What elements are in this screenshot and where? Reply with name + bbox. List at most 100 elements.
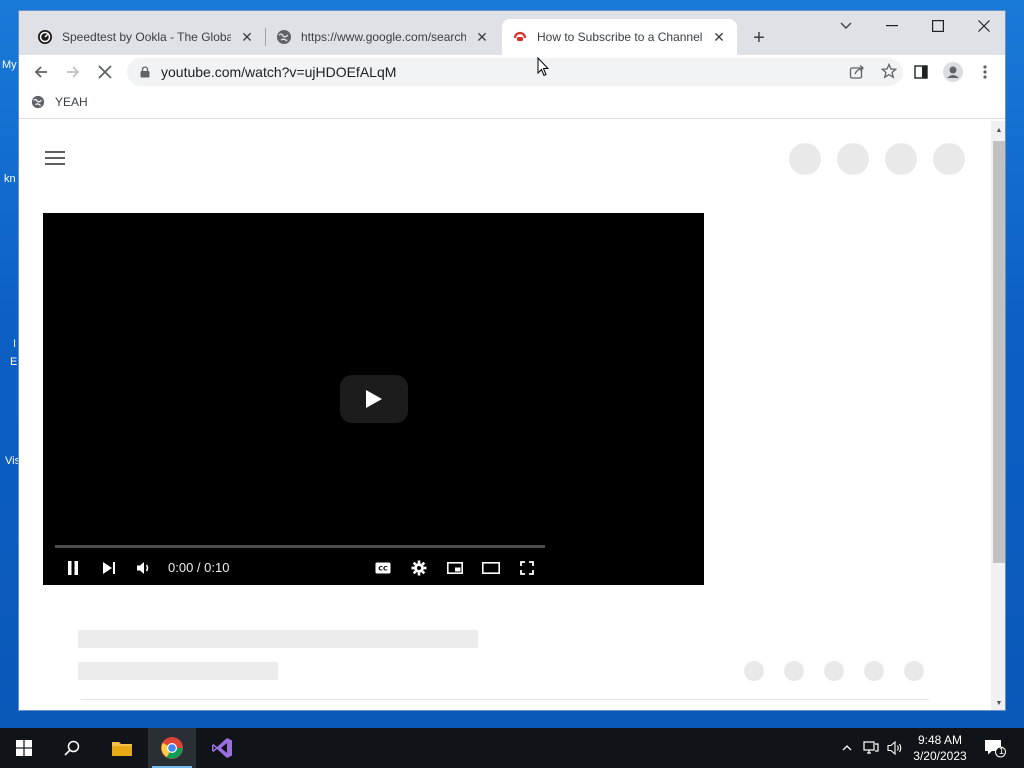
bookmark-item[interactable]: YEAH bbox=[31, 95, 88, 109]
captions-button[interactable]: CC bbox=[371, 556, 395, 580]
tab-title: How to Subscribe to a Channel on YouTube bbox=[537, 30, 703, 44]
close-tab-icon[interactable]: ✕ bbox=[239, 29, 255, 45]
arrow-right-icon bbox=[67, 66, 80, 78]
share-icon[interactable] bbox=[849, 64, 865, 83]
tab-title: Speedtest by Ookla - The Global Broadban… bbox=[62, 30, 231, 44]
clock-time: 9:48 AM bbox=[917, 733, 963, 747]
fullscreen-icon bbox=[520, 561, 534, 575]
video-timecode: 0:00 / 0:10 bbox=[168, 560, 230, 575]
menu-icon[interactable] bbox=[45, 151, 65, 167]
network-tray-button[interactable] bbox=[860, 728, 882, 768]
network-icon bbox=[863, 741, 879, 754]
scroll-down-arrow[interactable]: ▼ bbox=[991, 696, 1005, 710]
desktop-icon-label-fragment[interactable]: My bbox=[2, 59, 17, 71]
lock-icon[interactable] bbox=[139, 66, 151, 78]
desktop-icon-label-fragment[interactable]: E bbox=[10, 356, 17, 368]
chrome-menu-button[interactable] bbox=[971, 59, 999, 85]
new-tab-button[interactable]: + bbox=[747, 26, 771, 50]
chrome-window: Speedtest by Ookla - The Global Broadban… bbox=[18, 10, 1006, 711]
more-vertical-icon bbox=[983, 65, 987, 79]
side-panel-icon bbox=[914, 65, 928, 79]
bookmark-star-icon[interactable] bbox=[880, 62, 898, 82]
mouse-cursor-icon bbox=[537, 57, 549, 77]
settings-button[interactable] bbox=[407, 556, 431, 580]
fullscreen-button[interactable] bbox=[515, 556, 539, 580]
bookmarks-bar: YEAH bbox=[19, 89, 1005, 119]
globe-icon bbox=[276, 29, 292, 45]
pause-button[interactable] bbox=[61, 556, 85, 580]
close-icon bbox=[978, 20, 990, 32]
svg-text:CC: CC bbox=[378, 565, 388, 573]
close-tab-icon[interactable]: ✕ bbox=[474, 29, 490, 45]
title-placeholder bbox=[78, 630, 478, 648]
speedtest-icon bbox=[37, 29, 53, 45]
minimize-button[interactable] bbox=[869, 11, 915, 41]
play-icon bbox=[366, 390, 382, 408]
stop-loading-button[interactable] bbox=[91, 59, 119, 85]
address-bar[interactable]: youtube.com/watch?v=ujHDOEfALqM bbox=[127, 58, 903, 86]
scrollbar-thumb[interactable] bbox=[993, 141, 1005, 563]
show-hidden-icons-button[interactable] bbox=[838, 728, 856, 768]
address-url[interactable]: youtube.com/watch?v=ujHDOEfALqM bbox=[161, 64, 396, 80]
video-player[interactable]: 0:00 / 0:10 CC bbox=[43, 213, 704, 585]
tab-speedtest[interactable]: Speedtest by Ookla - The Global Broadban… bbox=[27, 19, 265, 55]
channel-placeholder bbox=[78, 662, 278, 680]
video-progress-bar[interactable] bbox=[55, 545, 545, 548]
gear-icon bbox=[411, 560, 427, 576]
pause-icon bbox=[68, 561, 78, 575]
volume-tray-button[interactable] bbox=[884, 728, 906, 768]
search-icon bbox=[64, 740, 80, 756]
visual-studio-button[interactable] bbox=[198, 728, 246, 768]
large-play-button[interactable] bbox=[340, 375, 408, 423]
miniplayer-icon bbox=[447, 562, 463, 574]
theater-mode-icon bbox=[482, 562, 500, 574]
vertical-scrollbar[interactable]: ▲ ▼ bbox=[991, 121, 1005, 710]
maximize-button[interactable] bbox=[915, 11, 961, 41]
volume-icon bbox=[137, 562, 149, 574]
theater-mode-button[interactable] bbox=[479, 556, 503, 580]
windows-taskbar: 9:48 AM 3/20/2023 1 bbox=[0, 728, 1024, 768]
browser-toolbar: youtube.com/watch?v=ujHDOEfALqM bbox=[19, 55, 1005, 89]
action-placeholder-dot bbox=[864, 661, 884, 681]
action-center-button[interactable]: 1 bbox=[980, 728, 1010, 768]
miniplayer-button[interactable] bbox=[443, 556, 467, 580]
desktop-icon-label-fragment[interactable]: I bbox=[13, 338, 16, 350]
profile-button[interactable] bbox=[939, 59, 967, 85]
taskbar-clock[interactable]: 9:48 AM 3/20/2023 bbox=[906, 732, 974, 764]
clock-date: 3/20/2023 bbox=[913, 749, 967, 763]
next-button[interactable] bbox=[97, 556, 121, 580]
youtube-page: 0:00 / 0:10 CC bbox=[19, 121, 991, 710]
notification-count: 1 bbox=[999, 746, 1005, 756]
header-placeholder-circle bbox=[885, 143, 917, 175]
tab-youtube[interactable]: How to Subscribe to a Channel on YouTube… bbox=[502, 19, 737, 55]
action-placeholder-dot bbox=[744, 661, 764, 681]
content-divider bbox=[81, 699, 929, 700]
back-button[interactable] bbox=[27, 59, 55, 85]
avatar-icon bbox=[943, 62, 963, 82]
side-panel-button[interactable] bbox=[907, 59, 935, 85]
close-tab-icon[interactable]: ✕ bbox=[711, 29, 727, 45]
forward-button[interactable] bbox=[59, 59, 87, 85]
chevron-down-icon bbox=[840, 22, 852, 29]
tab-google-search[interactable]: https://www.google.com/search?q= ✕ bbox=[266, 19, 500, 55]
scroll-up-arrow[interactable]: ▲ bbox=[991, 123, 1005, 137]
desktop-icon-label-fragment[interactable]: kn bbox=[4, 173, 16, 185]
visual-studio-icon bbox=[212, 738, 232, 758]
action-placeholder-dot bbox=[904, 661, 924, 681]
windows-logo-icon bbox=[16, 740, 32, 756]
action-placeholder-dot bbox=[824, 661, 844, 681]
minimize-icon bbox=[886, 25, 898, 27]
chrome-taskbar-button[interactable] bbox=[148, 728, 196, 768]
chrome-icon bbox=[161, 737, 183, 759]
start-button[interactable] bbox=[0, 728, 48, 768]
skip-next-icon bbox=[103, 562, 115, 574]
chevron-up-icon bbox=[842, 745, 852, 751]
globe-icon bbox=[31, 95, 45, 109]
close-window-button[interactable] bbox=[961, 11, 1005, 41]
arrow-left-icon bbox=[34, 66, 47, 78]
tab-search-dropdown[interactable] bbox=[823, 11, 869, 41]
file-explorer-button[interactable] bbox=[98, 728, 146, 768]
mute-button[interactable] bbox=[132, 556, 156, 580]
folder-icon bbox=[112, 742, 132, 756]
search-button[interactable] bbox=[48, 728, 96, 768]
